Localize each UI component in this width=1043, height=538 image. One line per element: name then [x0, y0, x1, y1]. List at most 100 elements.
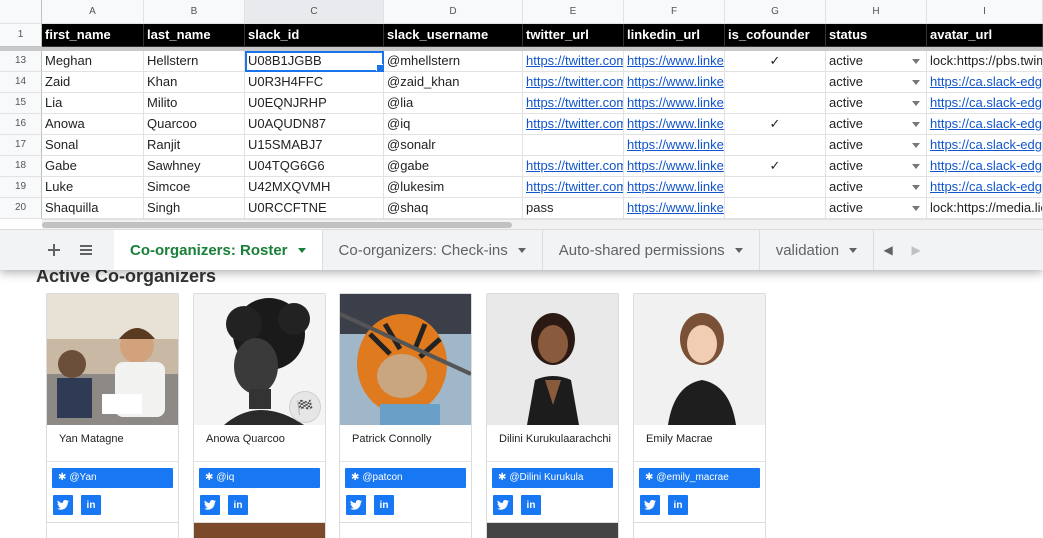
cell-last[interactable]: Singh	[144, 198, 245, 219]
column-header-h[interactable]: H	[826, 0, 927, 24]
cell-cofounder[interactable]: ✓	[725, 156, 826, 177]
dropdown-arrow-icon[interactable]	[912, 122, 920, 127]
cell-first[interactable]: Shaquilla	[42, 198, 144, 219]
cell-last[interactable]: Simcoe	[144, 177, 245, 198]
select-all-corner[interactable]	[0, 0, 42, 24]
linkedin-icon[interactable]: in	[81, 495, 101, 515]
chevron-down-icon[interactable]	[517, 247, 526, 253]
cell-twitter[interactable]: https://twitter.com	[523, 156, 624, 177]
cell-first[interactable]: Anowa	[42, 114, 144, 135]
chevron-down-icon[interactable]	[297, 247, 306, 253]
cell-slack-id[interactable]: U0R3H4FFC	[245, 72, 384, 93]
header-cell-twitter-url[interactable]: twitter_url	[523, 24, 624, 47]
linkedin-icon[interactable]: in	[374, 495, 394, 515]
slack-handle-button[interactable]: ✱ @iq	[199, 468, 320, 488]
header-cell-slack-id[interactable]: slack_id	[245, 24, 384, 47]
dropdown-arrow-icon[interactable]	[912, 206, 920, 211]
cell-cofounder[interactable]	[725, 72, 826, 93]
twitter-icon[interactable]	[640, 495, 660, 515]
horizontal-scrollbar[interactable]	[42, 219, 1043, 229]
scroll-tabs-right-button[interactable]: ▶	[902, 230, 930, 270]
header-cell-last-name[interactable]: last_name	[144, 24, 245, 47]
row-number[interactable]: 17	[0, 135, 42, 156]
header-cell-first-name[interactable]: first_name	[42, 24, 144, 47]
cell-twitter[interactable]	[523, 135, 624, 156]
cell-status[interactable]: active	[826, 135, 927, 156]
chevron-down-icon[interactable]	[734, 247, 743, 253]
all-sheets-button[interactable]	[70, 230, 102, 270]
twitter-icon[interactable]	[493, 495, 513, 515]
coorganizer-card[interactable]: Patrick Connolly ✱ @patcon in	[339, 293, 472, 524]
cell-twitter[interactable]: https://twitter.com	[523, 114, 624, 135]
cell-twitter[interactable]: https://twitter.com	[523, 51, 624, 72]
column-header-i[interactable]: I	[927, 0, 1043, 24]
cell-username[interactable]: @mhellstern	[384, 51, 523, 72]
cell-slack-id[interactable]: U15SMABJ7	[245, 135, 384, 156]
row-number[interactable]: 19	[0, 177, 42, 198]
cell-username[interactable]: @shaq	[384, 198, 523, 219]
cell-cofounder[interactable]	[725, 177, 826, 198]
row-number[interactable]: 13	[0, 51, 42, 72]
cell-username[interactable]: @zaid_khan	[384, 72, 523, 93]
cell-first[interactable]: Sonal	[42, 135, 144, 156]
linkedin-icon[interactable]: in	[228, 495, 248, 515]
cell-avatar[interactable]: https://ca.slack-edge	[927, 93, 1043, 114]
sheet-tab[interactable]: validation	[760, 230, 875, 270]
cell-cofounder[interactable]	[725, 198, 826, 219]
dropdown-arrow-icon[interactable]	[912, 101, 920, 106]
cell-linkedin[interactable]: https://www.linke	[624, 198, 725, 219]
cell-username[interactable]: @iq	[384, 114, 523, 135]
cell-linkedin[interactable]: https://www.linke	[624, 177, 725, 198]
cell-first[interactable]: Zaid	[42, 72, 144, 93]
coorganizer-card[interactable]: Yan Matagne ✱ @Yan in	[46, 293, 179, 524]
cell-last[interactable]: Khan	[144, 72, 245, 93]
cell-avatar[interactable]: https://ca.slack-edge	[927, 177, 1043, 198]
sheet-tab[interactable]: Auto-shared permissions	[543, 230, 760, 270]
cell-first[interactable]: Lia	[42, 93, 144, 114]
cell-avatar[interactable]: https://ca.slack-edge	[927, 114, 1043, 135]
cell-linkedin[interactable]: https://www.linke	[624, 135, 725, 156]
cell-avatar[interactable]: lock:https://pbs.twimg	[927, 51, 1043, 72]
cell-status[interactable]: active	[826, 93, 927, 114]
cell-last[interactable]: Quarcoo	[144, 114, 245, 135]
cell-username[interactable]: @lukesim	[384, 177, 523, 198]
header-cell-status[interactable]: status	[826, 24, 927, 47]
cell-username[interactable]: @gabe	[384, 156, 523, 177]
header-cell-avatar-url[interactable]: avatar_url	[927, 24, 1043, 47]
cell-slack-id[interactable]: U0RCCFTNE	[245, 198, 384, 219]
add-sheet-button[interactable]	[38, 230, 70, 270]
cell-status[interactable]: active	[826, 156, 927, 177]
cell-slack-id[interactable]: U0AQUDN87	[245, 114, 384, 135]
cell-avatar[interactable]: https://ca.slack-edge	[927, 72, 1043, 93]
header-cell-is-cofounder[interactable]: is_cofounder	[725, 24, 826, 47]
twitter-icon[interactable]	[346, 495, 366, 515]
cell-slack-id[interactable]: U04TQG6G6	[245, 156, 384, 177]
header-cell-slack-username[interactable]: slack_username	[384, 24, 523, 47]
cell-linkedin[interactable]: https://www.linke	[624, 72, 725, 93]
cell-username[interactable]: @sonalr	[384, 135, 523, 156]
row-number[interactable]: 1	[0, 24, 42, 47]
cell-status[interactable]: active	[826, 198, 927, 219]
column-header-e[interactable]: E	[523, 0, 624, 24]
dropdown-arrow-icon[interactable]	[912, 143, 920, 148]
row-number[interactable]: 18	[0, 156, 42, 177]
cell-first[interactable]: Meghan	[42, 51, 144, 72]
linkedin-icon[interactable]: in	[668, 495, 688, 515]
cell-linkedin[interactable]: https://www.linke	[624, 156, 725, 177]
dropdown-arrow-icon[interactable]	[912, 164, 920, 169]
sheet-tab[interactable]: Co-organizers: Roster	[114, 230, 323, 270]
slack-handle-button[interactable]: ✱ @Yan	[52, 468, 173, 488]
cell-linkedin[interactable]: https://www.linke	[624, 51, 725, 72]
cell-status[interactable]: active	[826, 177, 927, 198]
coorganizer-card[interactable]: 🏁 Anowa Quarcoo ✱ @iq in	[193, 293, 326, 524]
dropdown-arrow-icon[interactable]	[912, 185, 920, 190]
cell-first[interactable]: Gabe	[42, 156, 144, 177]
cell-cofounder[interactable]: ✓	[725, 114, 826, 135]
linkedin-icon[interactable]: in	[521, 495, 541, 515]
slack-handle-button[interactable]: ✱ @emily_macrae	[639, 468, 760, 488]
cell-last[interactable]: Sawhney	[144, 156, 245, 177]
twitter-icon[interactable]	[53, 495, 73, 515]
cell-status[interactable]: active	[826, 114, 927, 135]
cell-status[interactable]: active	[826, 51, 927, 72]
row-number[interactable]: 20	[0, 198, 42, 219]
